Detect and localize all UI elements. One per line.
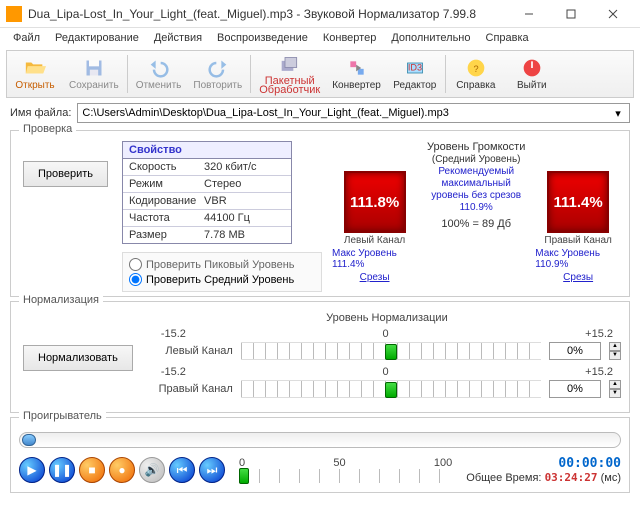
check-button[interactable]: Проверить [23,161,108,187]
redo-button[interactable]: Повторить [187,55,248,93]
chevron-down-icon[interactable]: ▾ [611,107,625,120]
right-slider[interactable] [241,380,541,398]
menu-help[interactable]: Справка [479,30,536,46]
filename-value: C:\Users\Admin\Desktop\Dua_Lipa-Lost_In_… [82,107,611,119]
save-icon [83,57,105,79]
right-clips-link[interactable]: Срезы [563,272,593,283]
close-button[interactable] [592,0,634,28]
menu-bar: Файл Редактирование Действия Воспроизвед… [0,28,640,48]
batch-icon [279,54,301,76]
menu-edit[interactable]: Редактирование [48,30,146,46]
norm-group-label: Нормализация [19,294,103,306]
redo-icon [207,57,229,79]
stop-button[interactable]: ■ [79,457,105,483]
menu-converter[interactable]: Конвертер [316,30,383,46]
converter-button[interactable]: Конвертер [326,55,387,93]
help-button[interactable]: ?Справка [448,55,504,93]
right-meter: 111.4% [547,171,609,233]
menu-actions[interactable]: Действия [147,30,209,46]
check-group-label: Проверка [19,123,76,135]
editor-icon: ID3 [404,57,426,79]
exit-icon [521,57,543,79]
exit-button[interactable]: Выйти [504,55,560,93]
prev-button[interactable]: ⏮ [169,457,195,483]
normalize-button[interactable]: Нормализовать [23,345,133,371]
undo-button[interactable]: Отменить [130,55,188,93]
svg-text:?: ? [473,64,478,74]
radio-average[interactable]: Проверить Средний Уровень [129,272,315,287]
slider-thumb-icon[interactable] [239,468,249,484]
minimize-button[interactable] [508,0,550,28]
svg-text:ID3: ID3 [408,63,422,73]
save-button[interactable]: Сохранить [63,55,125,93]
record-button[interactable]: ● [109,457,135,483]
volume-icon[interactable]: 🔊 [139,457,165,483]
help-icon: ? [465,57,487,79]
position-slider[interactable] [239,469,452,483]
undo-icon [148,57,170,79]
left-slider[interactable] [241,342,541,360]
seek-thumb-icon[interactable] [22,434,36,446]
menu-extra[interactable]: Дополнительно [384,30,477,46]
open-button[interactable]: Открыть [7,55,63,93]
app-icon [6,6,22,22]
converter-icon [346,57,368,79]
left-spinner[interactable]: ▲▼ [609,342,621,360]
pause-button[interactable]: ❚❚ [49,457,75,483]
properties-table: Свойство Скорость320 кбит/с РежимСтерео … [122,141,292,244]
maximize-button[interactable] [550,0,592,28]
seek-bar[interactable] [19,432,621,448]
left-meter: 111.8% [344,171,406,233]
batch-button[interactable]: ПакетныйОбработчик [253,52,326,97]
left-clips-link[interactable]: Срезы [360,272,390,283]
right-pct[interactable]: 0% [549,380,601,398]
slider-thumb-icon[interactable] [385,344,397,360]
current-time: 00:00:00 [466,456,621,471]
folder-open-icon [24,57,46,79]
filename-combo[interactable]: C:\Users\Admin\Desktop\Dua_Lipa-Lost_In_… [77,103,630,123]
slider-thumb-icon[interactable] [385,382,397,398]
menu-playback[interactable]: Воспроизведение [210,30,315,46]
menu-file[interactable]: Файл [6,30,47,46]
toolbar: Открыть Сохранить Отменить Повторить Пак… [6,50,634,98]
player-group-label: Проигрыватель [19,410,106,422]
left-pct[interactable]: 0% [549,342,601,360]
editor-button[interactable]: ID3Редактор [387,55,443,93]
play-button[interactable]: ▶ [19,457,45,483]
filename-label: Имя файла: [10,107,71,119]
window-title: Dua_Lipa-Lost_In_Your_Light_(feat._Migue… [28,7,508,21]
right-spinner[interactable]: ▲▼ [609,380,621,398]
next-button[interactable]: ⏭ [199,457,225,483]
radio-peak[interactable]: Проверить Пиковый Уровень [129,257,315,272]
